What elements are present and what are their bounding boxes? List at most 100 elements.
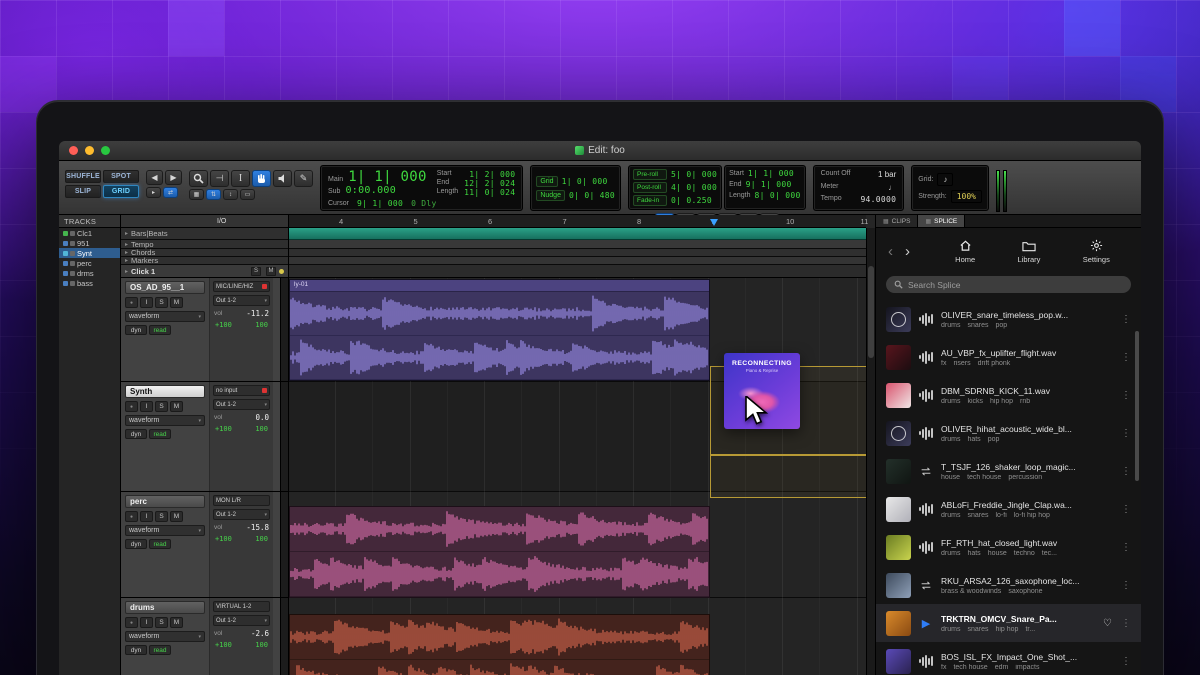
waveform-icon[interactable] [918, 313, 934, 326]
timeline-area[interactable]: 4567891011 ly-01 [289, 215, 875, 675]
sample-tag[interactable]: risers [953, 360, 970, 367]
input-monitor-button[interactable]: I [140, 297, 153, 308]
click-mute-button[interactable]: M [266, 267, 276, 276]
record-enable-button[interactable]: ● [125, 297, 138, 308]
mute-button[interactable]: M [170, 297, 183, 308]
edit-mode-button[interactable]: SHUFFLE [65, 170, 101, 183]
sample-tag[interactable]: lo-fi [995, 512, 1006, 519]
selection-length[interactable]: 11| 0| 024 [464, 188, 515, 197]
waveform-icon[interactable] [918, 655, 934, 668]
tempo-button[interactable]: Tempo [821, 195, 851, 206]
dyn-button[interactable]: dyn [125, 645, 147, 655]
grid-note-selector[interactable]: ♪ [937, 173, 953, 186]
track-name-button[interactable]: Synth [125, 385, 205, 398]
search-bar[interactable]: Search Splice [886, 276, 1131, 293]
edit-mode-button[interactable]: GRID [103, 185, 139, 198]
pan-display[interactable]: +100100 [213, 425, 270, 433]
nudge-value-selector[interactable]: Nudge [536, 190, 565, 201]
strength-value[interactable]: 100% [951, 190, 982, 203]
count-off-button[interactable]: Count Off [821, 170, 851, 181]
pencil-button[interactable]: ✎ [294, 170, 313, 187]
sample-tag[interactable]: drums [941, 398, 960, 405]
sample-name[interactable]: BOS_ISL_FX_Impact_One_Shot_... [941, 652, 1112, 662]
track-lanes[interactable]: ly-01 [289, 278, 866, 675]
output-selector[interactable]: Out 1-2▾ [213, 509, 270, 520]
sample-name[interactable]: RKU_ARSA2_126_saxophone_loc... [941, 576, 1112, 586]
audio-clip[interactable]: ly-01 [289, 279, 710, 381]
expand-caret-icon[interactable]: ▸ [125, 249, 128, 256]
expand-caret-icon[interactable]: ▸ [125, 268, 128, 275]
sample-tag[interactable]: snares [967, 322, 988, 329]
input-monitor-button[interactable]: I [140, 401, 153, 412]
sample-tag[interactable]: hip hop [990, 398, 1013, 405]
volume-display[interactable]: vol-2.6 [213, 629, 270, 638]
input-selector[interactable]: VIRTUAL 1-2 [213, 601, 270, 612]
ruler-name-row[interactable]: ▸ Markers [121, 257, 288, 265]
more-options-button[interactable]: ⋮ [1119, 656, 1133, 667]
volume-display[interactable]: vol-15.8 [213, 523, 270, 532]
expand-caret-icon[interactable]: ▸ [125, 241, 128, 248]
dyn-button[interactable]: dyn [125, 325, 147, 335]
input-selector[interactable]: MIC/LINE/HIZ [213, 281, 270, 292]
output-selector[interactable]: Out 1-2▾ [213, 399, 270, 410]
link-button[interactable]: ⇄ [163, 187, 178, 198]
sample-tag[interactable]: impacts [1015, 664, 1039, 671]
postroll-value[interactable]: 4| 0| 000 [671, 183, 717, 192]
grid-mini-button[interactable]: ▦ [189, 189, 204, 200]
mute-button[interactable]: M [170, 617, 183, 628]
mute-button[interactable]: M [170, 511, 183, 522]
ruler-name-row[interactable]: ▸ Bars|Beats [121, 228, 288, 240]
sample-tag[interactable]: kicks [967, 398, 983, 405]
nav-item[interactable]: Library [1017, 239, 1040, 264]
track-name-button[interactable]: OS_AD_95__1 [125, 281, 205, 294]
sample-tag[interactable]: tech house [967, 474, 1001, 481]
solo-button[interactable]: S [155, 401, 168, 412]
selection-start[interactable]: 1| 2| 000 [469, 170, 515, 179]
solo-button[interactable]: S [155, 511, 168, 522]
chords-ruler[interactable] [289, 249, 866, 257]
sub-counter[interactable]: 0:00.000 [345, 185, 396, 196]
tracks-header[interactable]: TRACKS [59, 215, 120, 228]
sample-row[interactable]: ABLoFi_Freddie_Jingle_Clap.wa... drumssn… [876, 490, 1141, 528]
sample-name[interactable]: OLIVER_hihat_acoustic_wide_bl... [941, 424, 1112, 434]
click-track-name[interactable]: Click 1 [131, 267, 155, 276]
waveform-icon[interactable] [918, 541, 934, 554]
waveform-icon[interactable] [918, 389, 934, 402]
forward-button[interactable]: ▶ [165, 170, 182, 185]
input-selector[interactable]: no input [213, 385, 270, 396]
scrubber-button[interactable] [273, 170, 292, 187]
nav-item[interactable]: Settings [1083, 239, 1110, 264]
drums-clip[interactable] [289, 614, 710, 675]
output-selector[interactable]: Out 1-2▾ [213, 615, 270, 626]
sample-row[interactable]: AU_VBP_fx_uplifter_flight.wav fxrisersdr… [876, 338, 1141, 376]
sample-tag[interactable]: house [988, 550, 1007, 557]
sample-artwork[interactable] [886, 497, 911, 522]
sample-name[interactable]: T_TSJF_126_shaker_loop_magic... [941, 462, 1112, 472]
search-input[interactable]: Search Splice [908, 280, 960, 290]
more-options-button[interactable]: ⋮ [1119, 618, 1133, 629]
sample-tag[interactable]: fx [941, 360, 946, 367]
volume-display[interactable]: vol0.0 [213, 413, 270, 422]
meter-value[interactable]: ♩ [860, 183, 896, 194]
sample-artwork[interactable] [886, 307, 911, 332]
magnifier-button[interactable] [189, 170, 208, 187]
sample-name[interactable]: AU_VBP_fx_uplifter_flight.wav [941, 348, 1112, 358]
favorite-icon[interactable]: ♡ [1103, 618, 1112, 629]
edit-mode-button[interactable]: SLIP [65, 185, 101, 198]
meter-button[interactable]: Meter [821, 183, 851, 194]
bars-beats-ruler[interactable] [289, 228, 866, 240]
trim-button[interactable]: ⊣ [210, 170, 229, 187]
track-list-item[interactable]: Synt [59, 248, 120, 258]
more-options-button[interactable]: ⋮ [1119, 390, 1133, 401]
loop-icon[interactable] [918, 580, 934, 591]
output-selector[interactable]: Out 1-2▾ [213, 295, 270, 306]
sample-tag[interactable]: tech house [953, 664, 987, 671]
sample-tag[interactable]: snares [967, 512, 988, 519]
sample-row[interactable]: BOS_ISL_FX_Impact_One_Shot_... fxtech ho… [876, 642, 1141, 675]
mute-button[interactable]: M [170, 401, 183, 412]
markers-ruler[interactable] [289, 257, 866, 265]
selection-end[interactable]: 12| 2| 024 [464, 179, 515, 188]
sample-row[interactable]: OLIVER_hihat_acoustic_wide_bl... drumsha… [876, 414, 1141, 452]
input-monitor-button[interactable]: I [140, 617, 153, 628]
track-list-item[interactable]: Clc1 [59, 228, 120, 238]
